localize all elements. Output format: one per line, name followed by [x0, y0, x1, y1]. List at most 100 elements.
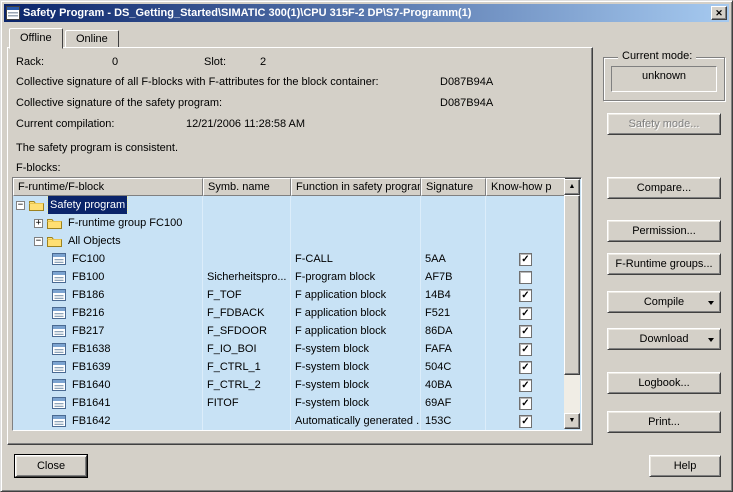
collapse-icon[interactable]: −: [16, 201, 25, 210]
table-row[interactable]: FB1640 F_CTRL_2 F-system block 40BA ✓: [13, 376, 565, 394]
permission-button[interactable]: Permission...: [607, 220, 721, 242]
row-label[interactable]: FB1639: [70, 358, 113, 376]
app-icon: [6, 6, 20, 20]
block-icon: [52, 397, 66, 409]
chevron-down-icon[interactable]: [708, 301, 714, 308]
scroll-down-icon[interactable]: ▼: [564, 413, 580, 429]
scrollbar-thumb[interactable]: [564, 195, 580, 375]
symb-name-cell: [203, 250, 291, 268]
row-label[interactable]: FB186: [70, 286, 106, 304]
column-header-fruntime-fblock[interactable]: F-runtime/F-block: [13, 178, 203, 196]
row-label[interactable]: FB1641: [70, 394, 113, 412]
khp-cell: ✓: [486, 394, 565, 412]
compare-button[interactable]: Compare...: [607, 177, 721, 199]
table-row[interactable]: + F-runtime group FC100: [13, 214, 565, 232]
rack-label: Rack:: [16, 56, 44, 68]
logbook-button[interactable]: Logbook...: [607, 372, 721, 394]
table-vertical-scrollbar[interactable]: ▲ ▼: [564, 179, 580, 429]
close-button[interactable]: Close: [15, 455, 87, 477]
signature-cell: 69AF: [421, 394, 486, 412]
f-runtime-groups-button[interactable]: F-Runtime groups...: [607, 253, 721, 275]
row-label[interactable]: FB1640: [70, 376, 113, 394]
know-how-protection-checkbox[interactable]: ✓: [519, 397, 532, 410]
compile-button[interactable]: Compile: [607, 291, 721, 313]
help-button[interactable]: Help: [649, 455, 721, 477]
column-header-know-how-protection[interactable]: Know-how p: [486, 178, 565, 196]
know-how-protection-checkbox[interactable]: ✓: [519, 379, 532, 392]
table-row[interactable]: FB1639 F_CTRL_1 F-system block 504C ✓: [13, 358, 565, 376]
row-label[interactable]: FB1642: [70, 412, 113, 430]
function-cell: F-CALL: [291, 250, 421, 268]
column-header-function[interactable]: Function in safety program: [291, 178, 421, 196]
function-cell: F application block: [291, 304, 421, 322]
row-label[interactable]: F-runtime group FC100: [66, 214, 184, 232]
table-row[interactable]: FB217 F_SFDOOR F application block 86DA …: [13, 322, 565, 340]
block-icon: [52, 271, 66, 283]
know-how-protection-checkbox[interactable]: ✓: [519, 289, 532, 302]
symb-name-cell: F_FDBACK: [203, 304, 291, 322]
table-row[interactable]: FB186 F_TOF F application block 14B4 ✓: [13, 286, 565, 304]
collective-signature-program-label: Collective signature of the safety progr…: [16, 97, 222, 109]
tree-cell: FB217: [13, 322, 203, 340]
know-how-protection-checkbox[interactable]: ✓: [519, 343, 532, 356]
chevron-down-icon[interactable]: [708, 338, 714, 345]
fblock-table-body: − Safety program + F-runtime group FC100 −…: [13, 196, 581, 430]
know-how-protection-checkbox[interactable]: ✓: [519, 253, 532, 266]
tree-cell: FB1640: [13, 376, 203, 394]
table-row[interactable]: FB1638 F_IO_BOI F-system block FAFA ✓: [13, 340, 565, 358]
signature-cell: F521: [421, 304, 486, 322]
close-icon[interactable]: ✕: [711, 6, 727, 20]
tree-cell: + F-runtime group FC100: [13, 214, 203, 232]
table-row[interactable]: FB1641 FITOF F-system block 69AF ✓: [13, 394, 565, 412]
current-mode-label: Current mode:: [618, 50, 696, 62]
row-label[interactable]: Safety program: [48, 196, 127, 214]
function-cell: F-system block: [291, 376, 421, 394]
symb-name-cell: [203, 214, 291, 232]
khp-cell: [486, 214, 565, 232]
print-button[interactable]: Print...: [607, 411, 721, 433]
compile-button-label: Compile: [644, 296, 684, 308]
download-button-label: Download: [640, 333, 689, 345]
know-how-protection-checkbox[interactable]: ✓: [519, 361, 532, 374]
khp-cell: ✓: [486, 412, 565, 430]
table-row[interactable]: FB216 F_FDBACK F application block F521 …: [13, 304, 565, 322]
tree-cell: FC100: [13, 250, 203, 268]
table-row[interactable]: FB100 Sicherheitspro... F-program block …: [13, 268, 565, 286]
know-how-protection-checkbox[interactable]: ✓: [519, 325, 532, 338]
folder-icon: [29, 199, 44, 211]
table-row[interactable]: − Safety program: [13, 196, 565, 214]
tab-offline[interactable]: Offline: [9, 28, 63, 49]
tab-online[interactable]: Online: [65, 30, 119, 48]
symb-name-cell: [203, 232, 291, 250]
tree-cell: FB1642: [13, 412, 203, 430]
row-label[interactable]: FB217: [70, 322, 106, 340]
column-header-signature[interactable]: Signature: [421, 178, 486, 196]
download-button[interactable]: Download: [607, 328, 721, 350]
table-row[interactable]: FB1642 Automatically generated ... 153C …: [13, 412, 565, 430]
tab-content-pane: Rack: 0 Slot: 2 Collective signature of …: [7, 47, 593, 445]
row-label[interactable]: FB1638: [70, 340, 113, 358]
khp-cell: ✓: [486, 358, 565, 376]
column-header-symb-name[interactable]: Symb. name: [203, 178, 291, 196]
expand-icon[interactable]: +: [34, 219, 43, 228]
row-label[interactable]: FC100: [70, 250, 107, 268]
symb-name-cell: F_SFDOOR: [203, 322, 291, 340]
row-label[interactable]: FB100: [70, 268, 106, 286]
function-cell: F-system block: [291, 394, 421, 412]
collective-signature-program-value: D087B94A: [440, 97, 493, 109]
table-row[interactable]: FC100 F-CALL 5AA ✓: [13, 250, 565, 268]
safety-mode-button[interactable]: Safety mode...: [607, 113, 721, 135]
know-how-protection-checkbox[interactable]: ✓: [519, 415, 532, 428]
scroll-up-icon[interactable]: ▲: [564, 179, 580, 195]
title-bar[interactable]: Safety Program - DS_Getting_Started\SIMA…: [4, 4, 729, 22]
row-label[interactable]: FB216: [70, 304, 106, 322]
tree-cell: FB100: [13, 268, 203, 286]
symb-name-cell: FITOF: [203, 394, 291, 412]
row-label[interactable]: All Objects: [66, 232, 123, 250]
collapse-icon[interactable]: −: [34, 237, 43, 246]
signature-cell: 504C: [421, 358, 486, 376]
table-row[interactable]: − All Objects: [13, 232, 565, 250]
signature-cell: [421, 214, 486, 232]
know-how-protection-checkbox[interactable]: [519, 271, 532, 284]
know-how-protection-checkbox[interactable]: ✓: [519, 307, 532, 320]
